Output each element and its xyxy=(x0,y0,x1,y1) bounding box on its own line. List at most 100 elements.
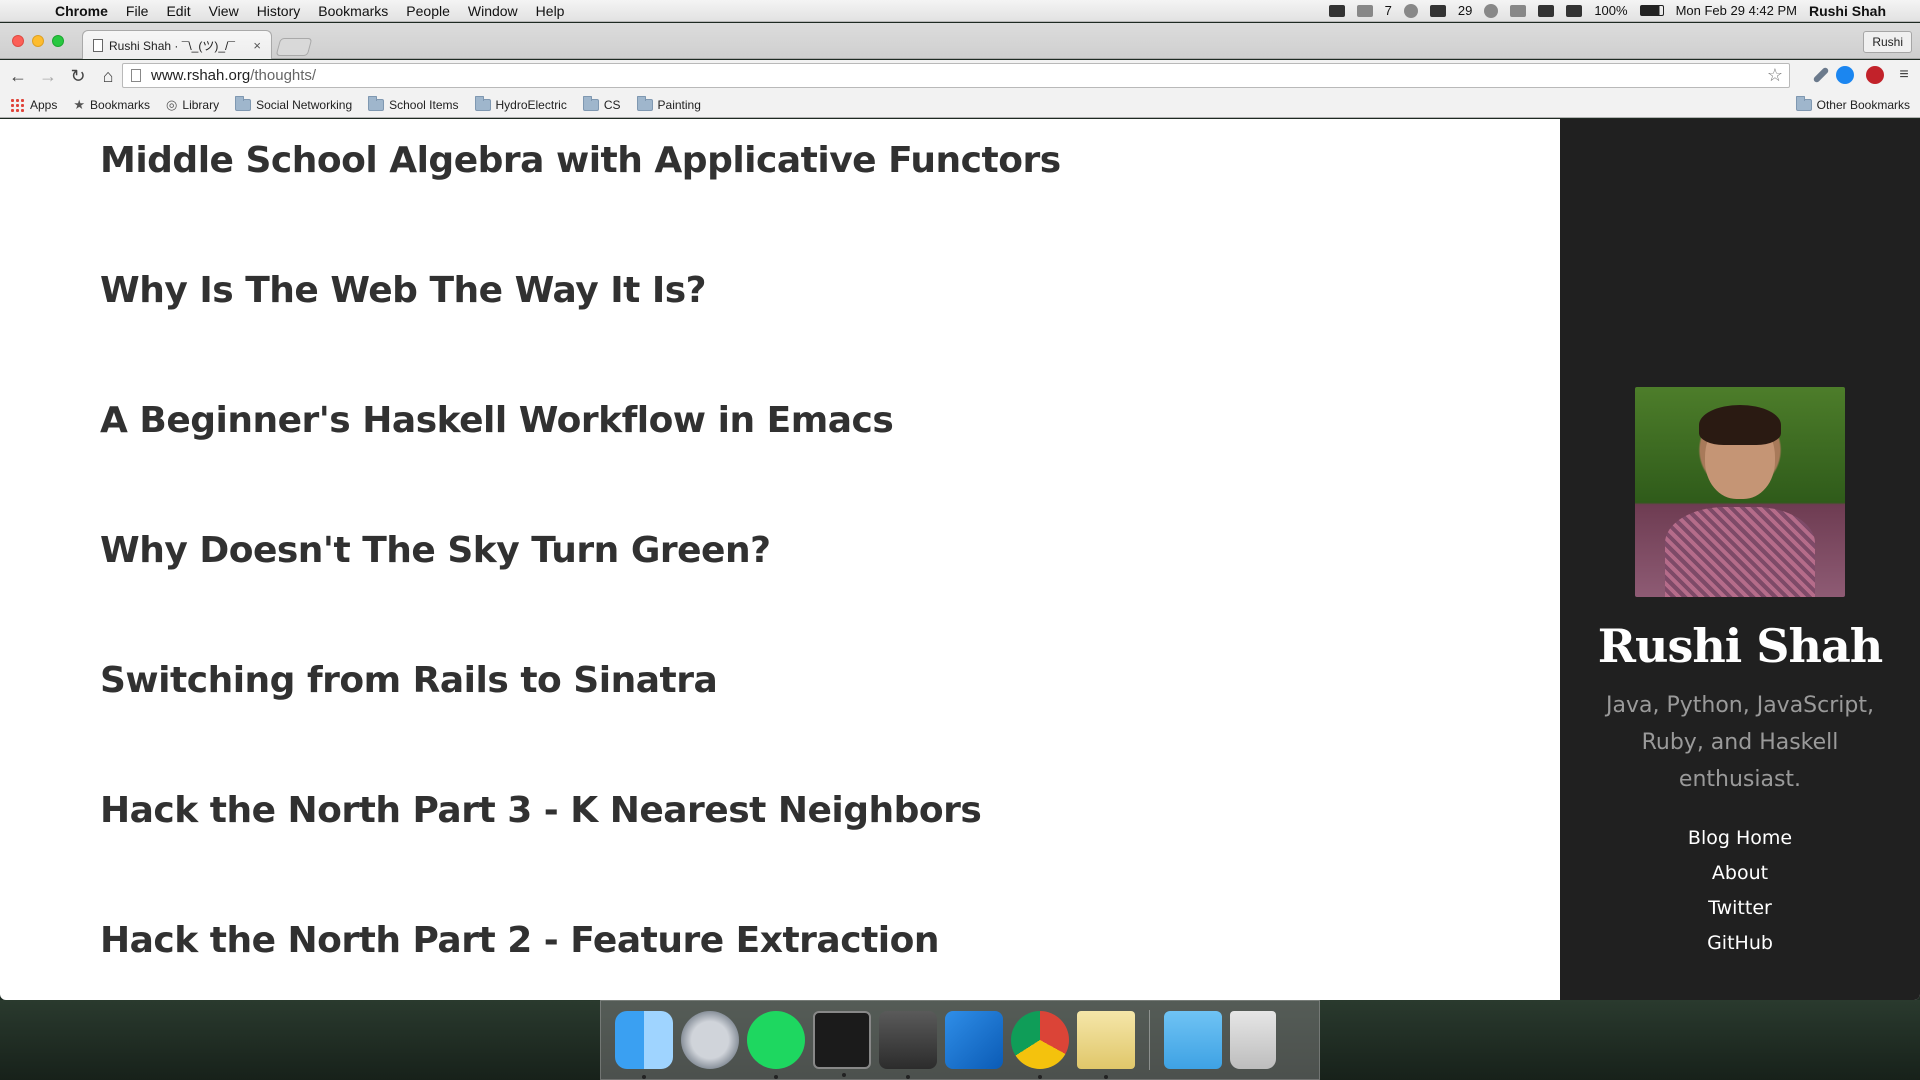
sync-icon[interactable] xyxy=(1403,3,1418,18)
volume-icon[interactable] xyxy=(1566,4,1583,17)
calendar-badge[interactable]: 29 xyxy=(1458,3,1472,18)
bookmark-label: Library xyxy=(182,97,220,112)
bookmark-bookmarks[interactable]: ★ Bookmarks xyxy=(73,97,150,113)
tab-rushi-shah[interactable]: Rushi Shah · ¯\_(ツ)_/¯ × xyxy=(82,30,272,59)
menu-file[interactable]: File xyxy=(117,0,158,22)
chrome-menu-icon[interactable]: ≡ xyxy=(1896,66,1912,84)
profile-button[interactable]: Rushi xyxy=(1863,31,1912,53)
dropbox-icon[interactable] xyxy=(1328,4,1345,17)
post-title-link[interactable]: A Beginner's Haskell Workflow in Emacs xyxy=(100,379,1500,509)
word-icon[interactable] xyxy=(945,1011,1003,1069)
reload-icon[interactable]: ↻ xyxy=(66,66,90,87)
avatar-hair xyxy=(1699,405,1781,445)
menu-window[interactable]: Window xyxy=(459,0,527,22)
bookmark-label: Painting xyxy=(657,97,701,112)
dock-separator xyxy=(1149,1010,1150,1070)
forward-icon[interactable]: → xyxy=(36,66,60,87)
avatar xyxy=(1635,387,1845,597)
post-title-link[interactable]: Hack the North Part 2 - Feature Extracti… xyxy=(100,899,1500,1000)
sidebar: Rushi Shah Java, Python, JavaScript, Rub… xyxy=(1560,119,1920,1000)
menu-view[interactable]: View xyxy=(200,0,248,22)
home-icon[interactable]: ⌂ xyxy=(96,66,120,87)
folder-icon xyxy=(636,95,653,111)
hp-extension-icon[interactable] xyxy=(1866,66,1884,84)
notification-count[interactable]: 7 xyxy=(1385,3,1392,18)
tab-title: Rushi Shah · ¯\_(ツ)_/¯ xyxy=(109,38,235,53)
folder-icon xyxy=(368,95,385,111)
menu-bar: Chrome File Edit View History Bookmarks … xyxy=(0,0,1920,22)
close-tab-icon[interactable]: × xyxy=(253,38,261,53)
star-icon: ★ xyxy=(73,96,86,112)
chrome-icon[interactable] xyxy=(1011,1011,1069,1079)
menu-edit[interactable]: Edit xyxy=(157,0,199,22)
airplay-icon[interactable] xyxy=(1429,4,1446,17)
bookmark-folder-cs[interactable]: CS xyxy=(582,95,621,112)
back-icon[interactable]: ← xyxy=(6,66,30,87)
bookmark-label: Apps xyxy=(30,97,58,112)
bookmark-label: Bookmarks xyxy=(90,97,151,112)
menu-help[interactable]: Help xyxy=(527,0,574,22)
nav-github[interactable]: GitHub xyxy=(1560,926,1920,961)
preview-icon[interactable] xyxy=(1077,1011,1135,1079)
apps-grid-icon xyxy=(10,97,24,112)
post-title-link[interactable]: Switching from Rails to Sinatra xyxy=(100,639,1500,769)
bookmark-star-icon[interactable]: ☆ xyxy=(1767,65,1783,86)
menu-history[interactable]: History xyxy=(248,0,310,22)
avatar-shirt xyxy=(1665,507,1815,597)
sidebar-nav: Blog Home About Twitter GitHub xyxy=(1560,821,1920,961)
post-title-link[interactable]: Hack the North Part 3 - K Nearest Neighb… xyxy=(100,769,1500,899)
dock xyxy=(600,1000,1320,1080)
time-machine-icon[interactable] xyxy=(1484,3,1499,18)
bookmark-folder-school-items[interactable]: School Items xyxy=(368,95,459,112)
maximize-window-button[interactable] xyxy=(52,35,64,47)
nav-twitter[interactable]: Twitter xyxy=(1560,891,1920,926)
terminal-icon[interactable] xyxy=(813,1011,871,1077)
folder-icon xyxy=(582,95,599,111)
trash-icon[interactable] xyxy=(1230,1011,1276,1069)
nav-blog-home[interactable]: Blog Home xyxy=(1560,821,1920,856)
menu-bookmarks[interactable]: Bookmarks xyxy=(309,0,397,22)
wifi-icon[interactable] xyxy=(1538,4,1555,17)
clock[interactable]: Mon Feb 29 4:42 PM xyxy=(1676,3,1797,18)
messenger-extension-icon[interactable] xyxy=(1836,66,1854,84)
minimize-window-button[interactable] xyxy=(32,35,44,47)
finder-icon[interactable] xyxy=(615,1011,673,1079)
battery-icon[interactable] xyxy=(1639,5,1664,16)
menu-people[interactable]: People xyxy=(397,0,459,22)
bookmark-folder-hydroelectric[interactable]: HydroElectric xyxy=(474,95,567,112)
close-window-button[interactable] xyxy=(12,35,24,47)
post-list: Middle School Algebra with Applicative F… xyxy=(100,119,1500,1000)
window-controls xyxy=(12,35,64,47)
bluetooth-icon[interactable] xyxy=(1510,4,1527,17)
post-title-link[interactable]: Why Is The Web The Way It Is? xyxy=(100,249,1500,379)
downloads-folder-icon[interactable] xyxy=(1164,1011,1222,1069)
site-author-name: Rushi Shah xyxy=(1597,619,1883,673)
menu-app-chrome[interactable]: Chrome xyxy=(46,0,117,22)
sublime-text-icon[interactable] xyxy=(879,1011,937,1079)
bookmark-library[interactable]: ◎ Library xyxy=(166,97,219,113)
folder-icon xyxy=(474,95,491,111)
eyedropper-extension-icon[interactable] xyxy=(1812,66,1830,84)
browser-toolbar: ← → ↻ ⌂ www.rshah.org /thoughts/ ☆ ≡ xyxy=(0,60,1920,92)
launchpad-icon[interactable] xyxy=(681,1011,739,1069)
user-menu[interactable]: Rushi Shah xyxy=(1809,3,1886,19)
post-title-link[interactable]: Why Doesn't The Sky Turn Green? xyxy=(100,509,1500,639)
url-domain: www.rshah.org xyxy=(151,67,251,84)
spotify-icon[interactable] xyxy=(747,1011,805,1079)
glasses-icon[interactable] xyxy=(1356,4,1373,17)
url-path: /thoughts/ xyxy=(250,67,317,84)
folder-icon xyxy=(235,95,252,111)
bookmarks-bar: Apps ★ Bookmarks ◎ Library Social Networ… xyxy=(0,92,1920,118)
nav-about[interactable]: About xyxy=(1560,856,1920,891)
extension-icons: ≡ xyxy=(1812,66,1912,84)
post-title-link[interactable]: Middle School Algebra with Applicative F… xyxy=(100,119,1500,249)
battery-percent[interactable]: 100% xyxy=(1594,3,1627,18)
bookmark-label: HydroElectric xyxy=(495,97,567,112)
bookmark-folder-painting[interactable]: Painting xyxy=(636,95,701,112)
new-tab-button[interactable] xyxy=(275,38,313,56)
address-bar[interactable]: www.rshah.org /thoughts/ ☆ xyxy=(122,63,1790,88)
bookmark-folder-other-bookmarks[interactable]: Other Bookmarks xyxy=(1795,95,1910,112)
bookmark-apps[interactable]: Apps xyxy=(10,97,58,112)
bookmark-folder-social-networking[interactable]: Social Networking xyxy=(235,95,352,112)
page-icon xyxy=(131,69,141,82)
